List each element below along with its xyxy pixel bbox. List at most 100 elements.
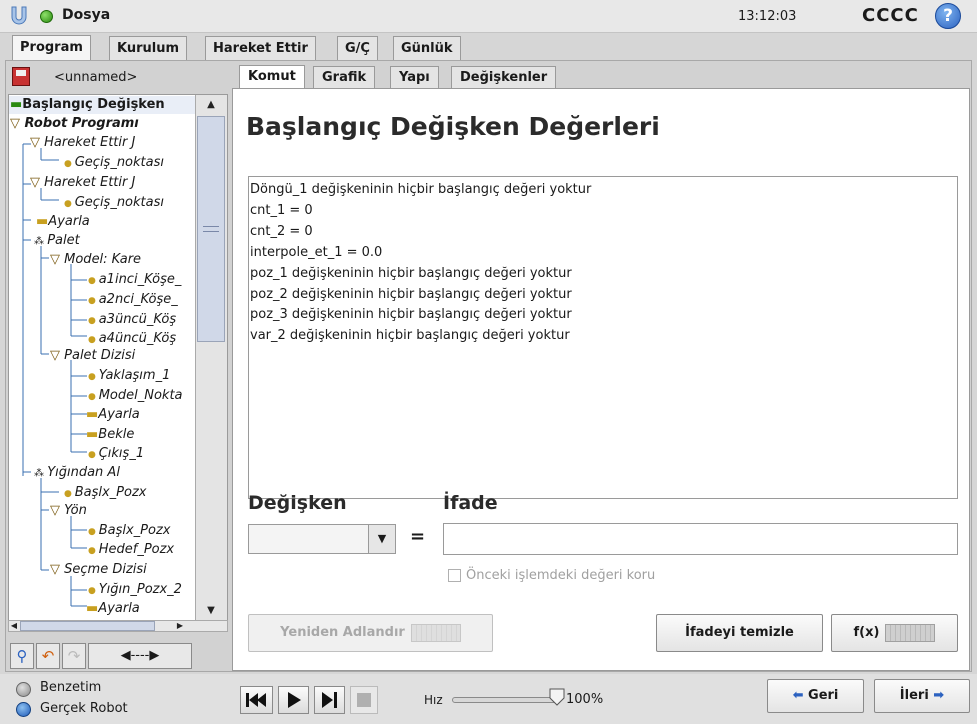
play-icon[interactable] [278,686,309,714]
move-node-icon[interactable]: ◀----▶ [88,643,192,669]
tree-item-set-3[interactable]: ▬Ayarla [86,601,140,616]
collapse-triangle-icon[interactable]: ▽ [50,562,64,577]
function-button[interactable]: f(x) [831,614,958,652]
ur-logo-icon [11,6,27,25]
save-icon[interactable] [12,67,30,86]
simulation-radio[interactable] [16,682,31,697]
tree-item-waypoint-1[interactable]: ● Geçiş_noktası [64,155,164,170]
tab-hareket-ettir[interactable]: Hareket Ettir [205,36,316,60]
tree-item-set-1[interactable]: ▬Ayarla [36,214,90,229]
scroll-right-icon[interactable]: ▶ [175,620,185,632]
collapse-triangle-icon[interactable]: ▽ [30,135,44,150]
real-robot-radio[interactable] [16,702,31,717]
list-item[interactable]: var_2 değişkeninin hiçbir başlangıç değe… [250,328,570,343]
keep-value-checkbox[interactable] [448,569,461,582]
tree-item-init-vars[interactable]: ▬Başlangıç Değişken [10,97,165,112]
next-button[interactable]: İleri ➡ [874,679,970,713]
tree-item-pattern[interactable]: ▽ Model: Kare [50,252,141,267]
rewind-icon[interactable] [240,686,273,714]
scroll-up-icon[interactable]: ▲ [196,96,226,114]
tree-item-stack-pos[interactable]: ● Yığın_Pozx_2 [88,582,182,597]
tree-item-corner-2[interactable]: ● a2nci_Köşe_ [88,292,178,307]
tree-item-pallet[interactable]: ⁂ Palet [34,233,80,248]
tree-item-pick-sequence[interactable]: ▽ Seçme Dizisi [50,562,147,577]
waypoint-icon: ● [64,489,75,499]
tree-item-waypoint-2[interactable]: ● Geçiş_noktası [64,195,164,210]
list-item[interactable]: cnt_2 = 0 [250,224,313,239]
keep-value-label: Önceki işlemdeki değeri koru [466,568,656,583]
tab-yapi[interactable]: Yapı [390,66,439,88]
speed-label: Hız [424,693,443,707]
tree-item-set-2[interactable]: ▬Ayarla [86,407,140,422]
speed-slider[interactable] [452,697,560,703]
back-button[interactable]: ⬅ Geri [767,679,864,713]
collapse-triangle-icon[interactable]: ▽ [10,116,25,131]
speed-slider-thumb[interactable] [549,688,565,706]
clock: 13:12:03 [738,9,797,24]
tab-kurulum[interactable]: Kurulum [109,36,188,60]
waypoint-icon: ● [88,276,99,286]
simulation-label: Benzetim [40,680,102,695]
tree-item-pallet-sequence[interactable]: ▽ Palet Dizisi [50,348,135,363]
tree-item-dir-target[interactable]: ● Hedef_Pozx [88,542,174,557]
tree-item-direction[interactable]: ▽ Yön [50,503,87,518]
rename-button[interactable]: Yeniden Adlandır [248,614,493,652]
tree-item-corner-3[interactable]: ● a3üncü_Köş [88,312,176,327]
list-item[interactable]: poz_3 değişkeninin hiçbir başlangıç değe… [250,307,572,322]
set-icon: ▬ [36,214,49,229]
tree-item-exit[interactable]: ● Çıkış_1 [88,446,144,461]
collapse-triangle-icon[interactable]: ▽ [50,503,64,518]
list-item[interactable]: poz_1 değişkeninin hiçbir başlangıç değe… [250,266,572,281]
keyboard-icon [410,623,461,642]
undo-icon[interactable]: ↶ [36,643,60,669]
tab-grafik[interactable]: Grafik [313,66,376,88]
tree-item-movej-2[interactable]: ▽ Hareket Ettir J [30,175,135,190]
tree-hscroll-thumb[interactable] [20,621,155,631]
variable-label: Değişken [248,492,347,514]
waypoint-icon: ● [88,296,99,306]
collapse-triangle-icon[interactable]: ▽ [30,175,44,190]
real-robot-label: Gerçek Robot [40,701,128,716]
search-icon[interactable]: ⚲ [10,643,34,669]
list-item[interactable]: Döngü_1 değişkeninin hiçbir başlangıç de… [250,182,591,197]
tree-item-wait[interactable]: ▬Bekle [86,427,134,442]
back-label: Geri [808,688,839,703]
tree-item-corner-4[interactable]: ● a4üncü_Köş [88,331,176,346]
equals-sign: = [410,526,426,547]
list-item[interactable]: interpole_et_1 = 0.0 [250,245,382,260]
waypoint-icon: ● [88,527,99,537]
arrow-left-icon: ⬅ [792,688,809,703]
collapse-triangle-icon[interactable]: ▽ [50,348,64,363]
list-item[interactable]: poz_2 değişkeninin hiçbir başlangıç değe… [250,287,572,302]
chevron-down-icon[interactable]: ▼ [368,525,395,553]
expression-label: İfade [443,492,498,514]
tree-item-destack[interactable]: ⁂ Yığından Al [34,465,120,480]
tree-item-movej-1[interactable]: ▽ Hareket Ettir J [30,135,135,150]
scroll-left-icon[interactable]: ◀ [9,620,19,632]
waypoint-icon: ● [88,450,99,460]
expression-input[interactable] [443,523,958,555]
tab-komut[interactable]: Komut [239,65,305,89]
file-menu[interactable]: Dosya [62,7,110,23]
tab-degiskenler[interactable]: Değişkenler [451,66,557,88]
redo-icon[interactable]: ↷ [62,643,86,669]
clear-expression-button[interactable]: İfadeyi temizle [656,614,823,652]
function-button-label: f(x) [853,625,880,640]
list-item[interactable]: cnt_1 = 0 [250,203,313,218]
scroll-down-icon[interactable]: ▼ [196,602,226,620]
tab-io[interactable]: G/Ç [337,36,378,60]
collapse-triangle-icon[interactable]: ▽ [50,252,64,267]
tree-item-approach[interactable]: ● Yaklaşım_1 [88,368,170,383]
step-icon[interactable] [314,686,345,714]
waypoint-icon: ● [64,159,75,169]
tree-item-robot-program[interactable]: ▽ Robot Programı [10,116,139,131]
tab-gunluk[interactable]: Günlük [393,36,461,60]
tree-item-pattern-point[interactable]: ● Model_Nokta [88,388,183,403]
tab-program[interactable]: Program [12,35,91,61]
speed-value: 100% [566,692,604,707]
tree-item-corner-1[interactable]: ● a1inci_Köşe_ [88,272,181,287]
tree-item-dir-start[interactable]: ● Başlx_Pozx [88,523,171,538]
help-icon[interactable]: ? [935,3,961,29]
tree-item-start-pos[interactable]: ● Başlx_Pozx [64,485,147,500]
stop-icon[interactable] [350,686,378,714]
